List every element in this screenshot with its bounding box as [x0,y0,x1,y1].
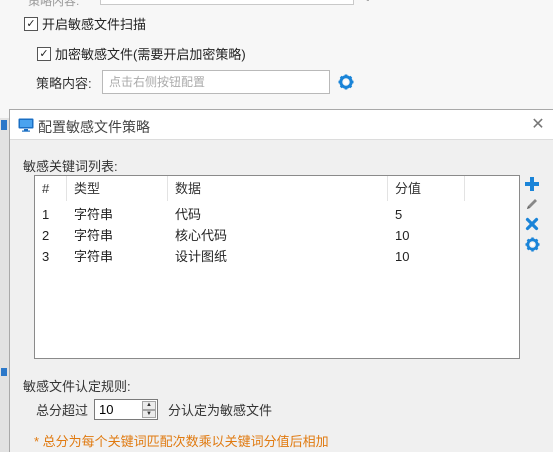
stepper-down-icon[interactable]: ▼ [142,409,156,418]
cell-score: 10 [395,228,410,243]
cell-data: 代码 [175,207,202,222]
cell-type: 字符串 [74,228,114,243]
table-toolbar [524,176,542,256]
sensitive-file-policy-dialog: 配置敏感文件策略 ✕ 敏感关键词列表: # 类型 数据 分值 1 字符串 代码 … [9,109,553,452]
table-header: # 类型 数据 分值 [35,176,465,201]
plus-icon[interactable] [524,176,540,192]
cell-data: 设计图纸 [175,249,228,264]
cell-score: 5 [395,207,403,222]
table-row[interactable]: 3 字符串 设计图纸 10 [35,246,465,267]
enable-scan-checkbox[interactable]: ✓ 开启敏感文件扫描 [24,14,146,33]
score-stepper[interactable]: ▲ ▼ [94,399,158,420]
header-index[interactable]: # [35,176,67,201]
cell-score: 10 [395,249,410,264]
score-note: * 总分为每个关键词匹配次数乘以关键词分值后相加 [34,434,329,449]
edge-marker [1,120,7,130]
edge-marker [1,368,7,376]
enable-scan-check-icon[interactable]: ✓ [24,16,38,31]
encrypt-checkbox[interactable]: ✓ 加密敏感文件(需要开启加密策略) [37,44,246,63]
gear-icon[interactable] [524,236,540,252]
header-data[interactable]: 数据 [168,176,388,201]
policy-input[interactable]: 点击右侧按钮配置 [102,70,330,94]
table-row[interactable]: 2 字符串 核心代码 10 [35,225,465,246]
policy-row-cut: 策略内容: ✱ [28,0,374,8]
cell-data: 核心代码 [175,228,228,243]
score-suffix-label: 分认定为敏感文件 [168,403,273,418]
background-window-edge [0,118,9,452]
stepper-up-icon[interactable]: ▲ [142,401,156,410]
cut-label: 策略内容: [28,0,80,8]
encrypt-check-icon[interactable]: ✓ [37,46,51,61]
cell-index: 2 [42,228,50,243]
dialog-titlebar[interactable]: 配置敏感文件策略 ✕ [10,110,553,140]
header-score[interactable]: 分值 [388,176,465,201]
stepper-buttons: ▲ ▼ [142,401,156,418]
settings-panel-background: 策略内容: ✱ ✓ 开启敏感文件扫描 ✓ 加密敏感文件(需要开启加密策略) 策略… [0,0,553,120]
cut-gear-icon[interactable]: ✱ [362,0,374,5]
keyword-list-label: 敏感关键词列表: [23,159,118,174]
dialog-title: 配置敏感文件策略 [38,119,150,135]
cell-index: 3 [42,249,50,264]
keyword-table[interactable]: # 类型 数据 分值 1 字符串 代码 5 2 字符串 核心代码 10 3 字符… [34,175,520,359]
header-type[interactable]: 类型 [67,176,168,201]
encrypt-label: 加密敏感文件(需要开启加密策略) [55,47,246,62]
score-threshold-row: 总分超过 ▲ ▼ 分认定为敏感文件 [36,399,272,420]
cut-input[interactable] [100,0,354,5]
rule-label: 敏感文件认定规则: [23,379,131,394]
cell-type: 字符串 [74,249,114,264]
policy-row: 策略内容: 点击右侧按钮配置 [36,70,354,94]
score-prefix-label: 总分超过 [36,403,89,418]
pencil-icon[interactable] [524,196,540,212]
monitor-icon [18,118,34,132]
delete-x-icon[interactable] [524,216,540,232]
score-input[interactable] [95,400,147,419]
cell-index: 1 [42,207,50,222]
policy-label: 策略内容: [36,75,92,91]
enable-scan-label: 开启敏感文件扫描 [42,17,147,32]
cell-type: 字符串 [74,207,114,222]
policy-gear-icon[interactable] [338,74,354,90]
close-icon[interactable]: ✕ [529,115,547,133]
table-row[interactable]: 1 字符串 代码 5 [35,204,465,225]
